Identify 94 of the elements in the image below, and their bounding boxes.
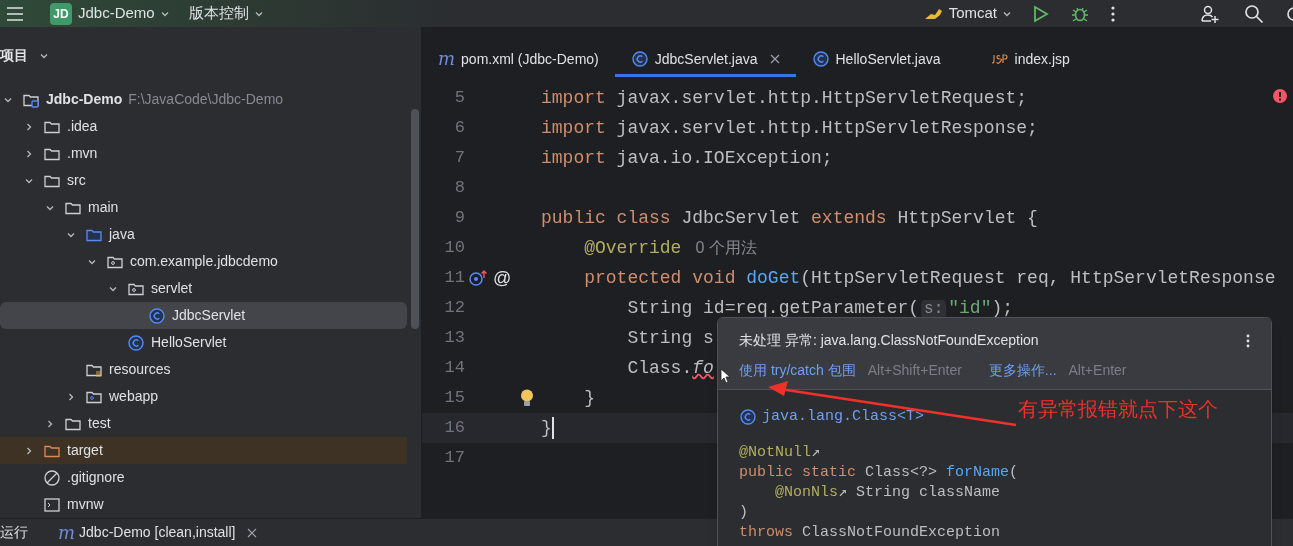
code-line: String s xyxy=(626,326,714,350)
tree-item[interactable]: target xyxy=(67,440,103,461)
line-number: 12 xyxy=(443,297,465,320)
run-config-dropdown[interactable]: Tomcat xyxy=(948,2,1013,25)
doc-code-line: @NotNull↗ xyxy=(739,442,822,463)
tab-label[interactable]: index.jsp xyxy=(1014,48,1070,70)
module-path: F:\JavaCode\Jdbc-Demo xyxy=(128,90,284,109)
code-line: protected void doGet(HttpServletRequest req, HttpServletResponse xyxy=(583,266,1276,290)
popup-title: 未处理 异常: java.lang.ClassNotFoundException xyxy=(739,331,1039,350)
more-icon[interactable] xyxy=(1111,5,1115,22)
quick-fix-link[interactable]: 使用 try/catch 包围 xyxy=(739,360,856,381)
code-line: import javax.servlet.http.HttpServletRequest; xyxy=(541,86,1028,110)
tree-item[interactable]: main xyxy=(88,197,119,218)
editor-tab[interactable]: index.jsp xyxy=(974,44,1086,77)
run-icon[interactable] xyxy=(1033,4,1049,23)
code-line: import java.io.IOException; xyxy=(541,146,833,170)
tab-label[interactable]: JdbcServlet.java xyxy=(654,48,758,70)
shortcut-hint: Alt+Shift+Enter xyxy=(867,361,962,380)
line-number: 11 xyxy=(443,267,465,290)
tab-label[interactable]: HelloServlet.java xyxy=(835,48,941,70)
line-number: 14 xyxy=(443,357,465,380)
line-number: 15 xyxy=(443,387,465,410)
doc-code-line: @NonNls↗ String className xyxy=(774,482,1002,503)
run-panel-title[interactable]: 运行 xyxy=(0,522,28,543)
annotation-text: 有异常报错就点下这个 xyxy=(1018,397,1218,422)
close-icon[interactable] xyxy=(247,527,258,538)
line-number: 7 xyxy=(453,147,465,170)
doc-code-line: ) xyxy=(739,502,749,523)
editor-tab[interactable]: HelloServlet.java xyxy=(795,44,957,77)
mouse-pointer-icon xyxy=(720,368,730,384)
shortcut-hint: Alt+Enter xyxy=(1068,361,1127,380)
add-user-icon[interactable] xyxy=(1200,3,1220,24)
line-number: 8 xyxy=(453,177,465,200)
code-line: } xyxy=(583,386,595,410)
jsp-icon xyxy=(990,53,1009,65)
tree-item[interactable]: Jdbc-Demo xyxy=(46,89,123,110)
text-cursor xyxy=(551,417,554,439)
maven-icon: m xyxy=(438,50,456,68)
code-line: } xyxy=(541,416,552,440)
tree-item[interactable]: .mvn xyxy=(67,143,98,164)
close-icon[interactable] xyxy=(769,54,780,64)
tree-item[interactable]: java xyxy=(109,224,135,245)
line-number: 13 xyxy=(443,327,465,350)
code-line: import javax.servlet.http.HttpServletResponse; xyxy=(541,116,1038,140)
override-icon[interactable] xyxy=(469,269,489,287)
code-line: @Override 0 个用法 xyxy=(583,236,757,260)
more-icon[interactable] xyxy=(1246,333,1250,348)
quick-fix-link[interactable]: 更多操作... xyxy=(988,360,1057,381)
class-icon xyxy=(739,408,757,427)
class-icon xyxy=(630,50,649,68)
class-icon xyxy=(148,306,166,325)
class-icon xyxy=(127,333,145,352)
line-number: 16 xyxy=(443,417,465,440)
terminal-icon xyxy=(43,495,61,514)
tree-item[interactable]: .idea xyxy=(67,116,98,137)
doc-code-line: public static Class<?> forName( xyxy=(739,462,1020,483)
class-icon xyxy=(811,50,830,68)
tree-item[interactable]: com.example.jdbcdemo xyxy=(130,251,278,272)
line-number: 17 xyxy=(443,447,465,470)
vcs-dropdown[interactable]: 版本控制 xyxy=(188,2,265,25)
usage-hint[interactable]: 0 个用法 xyxy=(695,238,757,256)
maven-icon: m xyxy=(58,523,76,542)
tree-item[interactable]: mvnw xyxy=(67,494,104,515)
code-line: Class.fo xyxy=(626,356,714,380)
ignore-icon xyxy=(43,468,61,487)
tab-label[interactable]: pom.xml (Jdbc-Demo) xyxy=(461,48,599,70)
scrollbar[interactable] xyxy=(411,109,419,329)
line-number: 10 xyxy=(443,237,465,260)
menu-icon[interactable] xyxy=(6,5,24,22)
annotation-marker[interactable]: @ xyxy=(493,264,512,292)
tree-item[interactable]: test xyxy=(88,413,111,434)
line-number: 5 xyxy=(453,87,465,110)
code-line: public class JdbcServlet extends HttpServlet { xyxy=(541,206,1038,230)
doc-signature[interactable]: java.lang.Class<T> xyxy=(762,406,925,429)
lightbulb-icon[interactable] xyxy=(519,388,535,408)
tree-item[interactable]: src xyxy=(67,170,86,191)
run-tab[interactable]: Jdbc-Demo [clean,install] xyxy=(79,522,236,543)
line-number: 6 xyxy=(453,117,465,140)
doc-code-line: throws ClassNotFoundException xyxy=(739,522,1002,543)
line-number: 9 xyxy=(453,207,465,230)
project-dropdown[interactable]: Jdbc-Demo xyxy=(78,2,171,25)
error-icon[interactable] xyxy=(1273,89,1287,103)
parameter-hint: s: xyxy=(921,299,947,318)
editor-tab[interactable]: JdbcServlet.java xyxy=(614,44,796,77)
editor-tab[interactable]: m pom.xml (Jdbc-Demo) xyxy=(422,44,615,77)
panel-title[interactable]: 项目 xyxy=(0,45,28,66)
search-icon[interactable] xyxy=(1244,3,1264,24)
tree-item[interactable]: HelloServlet xyxy=(151,332,227,353)
tree-item[interactable]: resources xyxy=(109,359,171,380)
project-badge: JD xyxy=(50,2,72,25)
tree-item[interactable]: JdbcServlet xyxy=(172,305,246,326)
tree-item[interactable]: servlet xyxy=(151,278,193,299)
tree-item[interactable]: webapp xyxy=(109,386,159,407)
tree-item[interactable]: .gitignore xyxy=(67,467,125,488)
